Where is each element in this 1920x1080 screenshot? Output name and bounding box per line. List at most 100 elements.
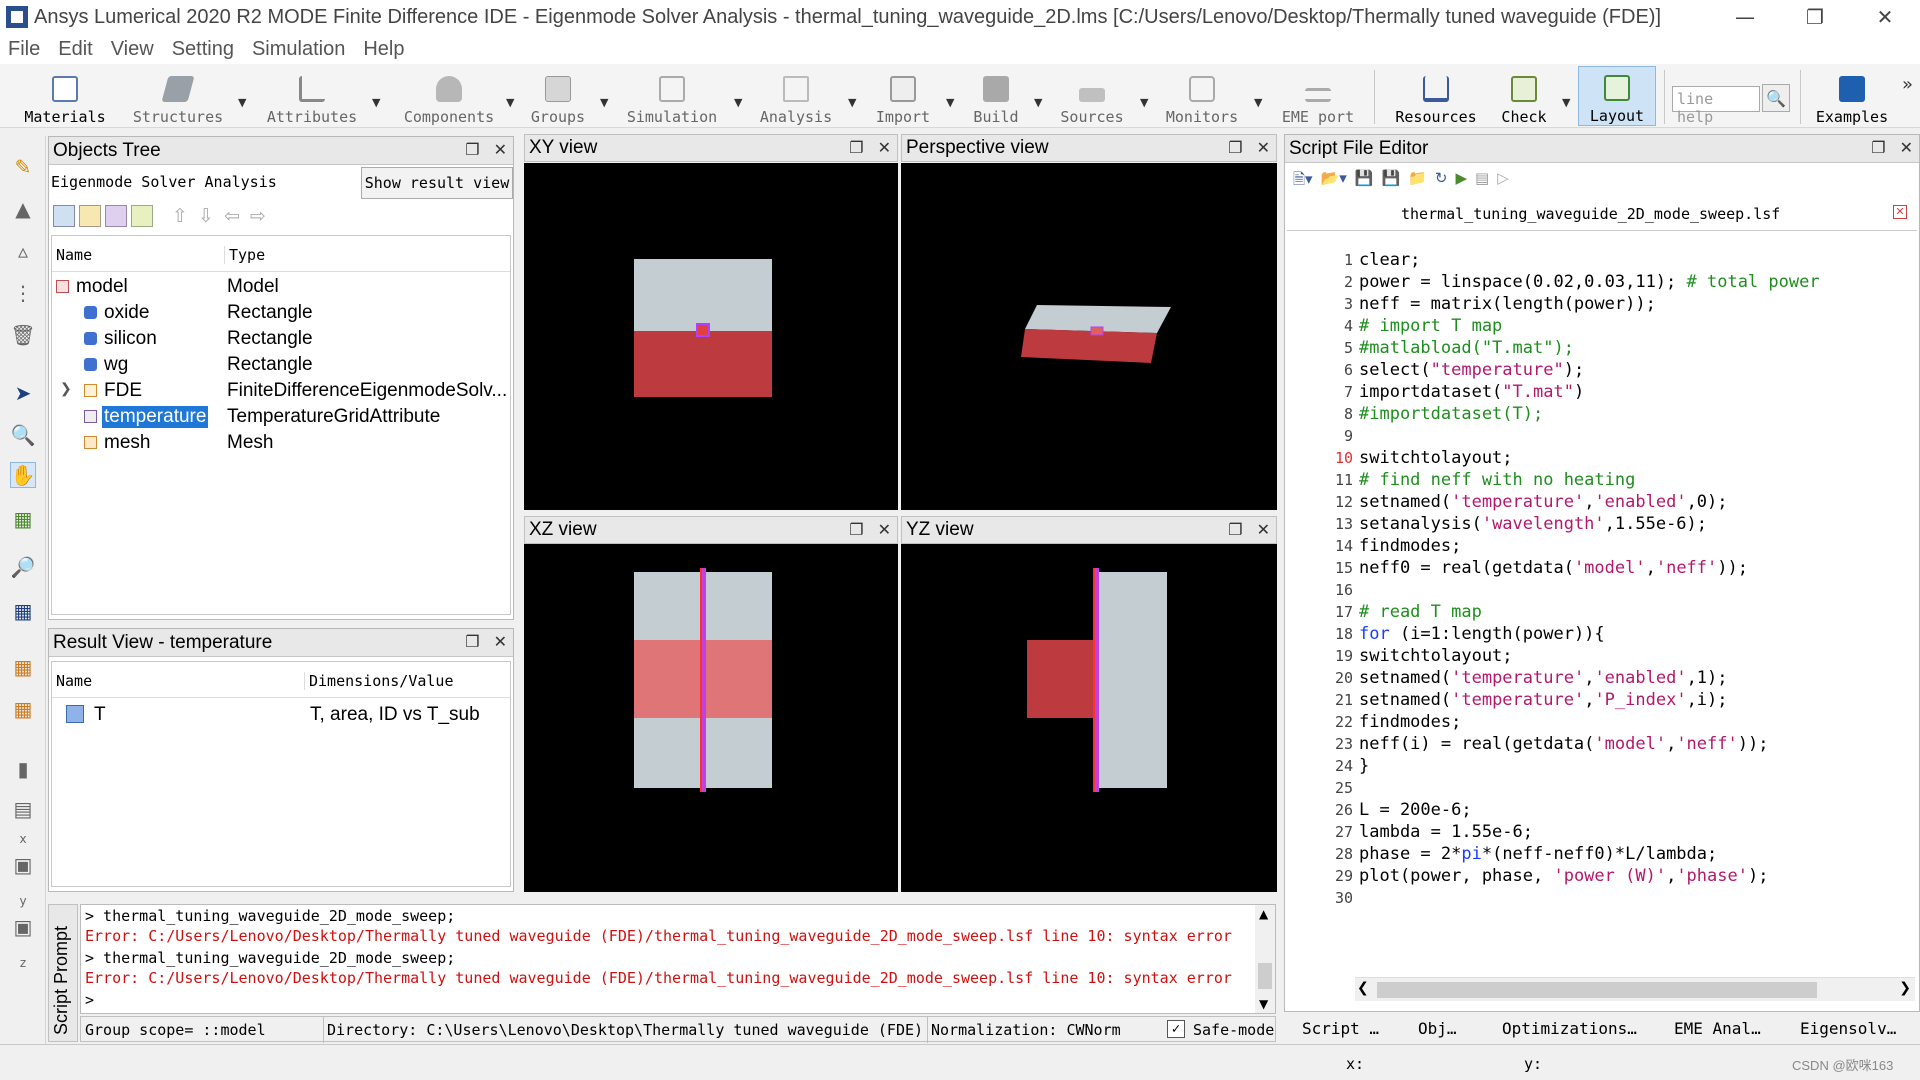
new-file-icon[interactable]: 🗎▾ [1293,169,1313,194]
analysis-dropdown-icon[interactable]: ▼ [848,96,856,109]
minimize-icon[interactable]: — [1710,0,1780,34]
move-right-icon[interactable]: ⇨ [247,205,269,227]
layout-button[interactable]: Layout [1578,66,1656,126]
script-prompt-console[interactable]: > thermal_tuning_waveguide_2D_mode_sweep… [80,904,1276,1014]
close-panel-icon[interactable]: ✕ [494,632,507,652]
shape-icon[interactable]: ▵ [10,238,36,264]
tab-script[interactable]: Script … [1302,1019,1379,1038]
tree-row-silicon[interactable]: silicon Rectangle [52,326,510,352]
view-z-icon[interactable]: ▣ [10,914,36,940]
console-input-line[interactable]: > [85,991,94,1009]
view-x-split-icon[interactable]: ▤ [10,796,36,822]
play-icon[interactable]: ▷ [1497,169,1509,194]
scrollbar-thumb[interactable] [1377,982,1817,998]
menu-help[interactable]: Help [363,38,404,61]
import-dropdown-icon[interactable]: ▼ [946,96,954,109]
structures-dropdown-icon[interactable]: ▼ [238,96,246,109]
attributes-button[interactable]: Attributes [262,66,362,126]
tree-row-model[interactable]: model Model [52,274,510,300]
perspective-viewport[interactable] [901,163,1277,510]
grid-icon[interactable]: ▦ [10,598,36,624]
check-dropdown-icon[interactable]: ▼ [1562,96,1570,109]
script-prompt-sidebar[interactable]: Script Prompt [48,904,78,1042]
structures-button[interactable]: Structures [128,66,228,126]
undock-icon[interactable]: ❐ [1228,138,1242,158]
scroll-left-icon[interactable]: ❮ [1357,980,1369,996]
close-view-icon[interactable]: ✕ [878,138,891,158]
tab-optimizations[interactable]: Optimizations… [1502,1019,1637,1038]
undock-icon[interactable]: ❐ [1228,520,1242,540]
refresh-icon[interactable]: ↻ [1435,169,1448,194]
build-button[interactable]: Build [966,66,1026,126]
save-icon[interactable]: 💾 [1355,169,1374,194]
tree-filter-sources-icon[interactable] [131,205,153,227]
tree-filter-monitors-icon[interactable] [105,205,127,227]
ruler-icon[interactable]: ▦ [10,506,36,532]
import-button[interactable]: Import [870,66,936,126]
open-file-icon[interactable]: 📂▾ [1321,169,1347,194]
yz-viewport[interactable] [901,544,1277,892]
tree-row-wg[interactable]: wg Rectangle [52,352,510,378]
tab-eme-analysis[interactable]: EME Anal… [1674,1019,1761,1038]
view-y-icon[interactable]: ▣ [10,852,36,878]
sources-dropdown-icon[interactable]: ▼ [1140,96,1148,109]
close-tab-icon[interactable]: ✕ [1893,205,1907,219]
close-view-icon[interactable]: ✕ [1257,520,1270,540]
search-icon[interactable]: 🔍 [1762,84,1790,112]
attributes-dropdown-icon[interactable]: ▼ [372,96,380,109]
components-dropdown-icon[interactable]: ▼ [506,96,514,109]
monitors-dropdown-icon[interactable]: ▼ [1254,96,1262,109]
materials-button[interactable]: Materials [20,66,110,126]
xz-viewport[interactable] [524,544,898,892]
pan-hand-icon[interactable]: ✋ [10,462,36,488]
undock-icon[interactable]: ❐ [1871,138,1885,158]
tab-objects[interactable]: Obj… [1418,1019,1457,1038]
scroll-right-icon[interactable]: ❯ [1899,980,1911,996]
zoom-extent-icon[interactable]: 🔎 [10,554,36,580]
tree-filter-grid-icon[interactable] [79,205,101,227]
menu-file[interactable]: File [8,38,40,61]
close-icon[interactable]: ✕ [1850,0,1920,34]
close-panel-icon[interactable]: ✕ [494,140,507,160]
select-pointer-icon[interactable]: ➤ [10,380,36,406]
line-help-input[interactable]: line help [1672,86,1760,126]
undock-icon[interactable]: ❐ [849,138,863,158]
array-icon[interactable]: ⋮ [10,280,36,306]
console-scrollbar[interactable]: ▲ ▼ [1255,905,1275,1013]
move-left-icon[interactable]: ⇦ [221,205,243,227]
resources-button[interactable]: Resources [1388,66,1484,126]
undock-icon[interactable]: ❐ [849,520,863,540]
simulation-button[interactable]: Simulation [622,66,722,126]
menu-simulation[interactable]: Simulation [252,38,345,61]
scrollbar-thumb[interactable] [1258,963,1272,989]
tree-filter-structures-icon[interactable] [53,205,75,227]
simulation-dropdown-icon[interactable]: ▼ [734,96,742,109]
script-file-tab[interactable]: thermal_tuning_waveguide_2D_mode_sweep.l… [1401,205,1780,223]
horizontal-scrollbar[interactable]: ❮ ❯ [1355,977,1915,1001]
tree-row-oxide[interactable]: oxide Rectangle [52,300,510,326]
edit-pencil-icon[interactable]: ✎ [10,154,36,180]
calculator-icon[interactable]: ▦ [10,696,36,722]
close-view-icon[interactable]: ✕ [1257,138,1270,158]
sources-button[interactable]: Sources [1056,66,1128,126]
expand-chevron-icon[interactable]: ❯ [60,380,72,397]
toolbar-overflow-icon[interactable]: » [1902,74,1913,95]
close-panel-icon[interactable]: ✕ [1900,138,1913,158]
delete-icon[interactable]: 🗑 [10,322,36,348]
scroll-down-icon[interactable]: ▼ [1259,997,1268,1011]
analysis-button[interactable]: Analysis [756,66,836,126]
table-icon[interactable]: ▦ [10,654,36,680]
menu-view[interactable]: View [111,38,154,61]
tree-row-temperature[interactable]: temperature TemperatureGridAttribute [52,404,510,430]
examples-button[interactable]: Examples [1810,66,1894,126]
xy-viewport[interactable] [524,163,898,510]
tree-row-mesh[interactable]: mesh Mesh [52,430,510,456]
align-icon[interactable]: ▲ [10,196,36,222]
undock-icon[interactable]: ❐ [465,140,479,160]
undock-icon[interactable]: ❐ [465,632,479,652]
safe-mode-checkbox[interactable]: ✓ [1167,1020,1185,1038]
show-result-view-button[interactable]: Show result view [361,167,513,199]
build-dropdown-icon[interactable]: ▼ [1034,96,1042,109]
tree-row-fde[interactable]: ❯ FDE FiniteDifferenceEigenmodeSolv... [52,378,510,404]
monitors-button[interactable]: Monitors [1160,66,1244,126]
